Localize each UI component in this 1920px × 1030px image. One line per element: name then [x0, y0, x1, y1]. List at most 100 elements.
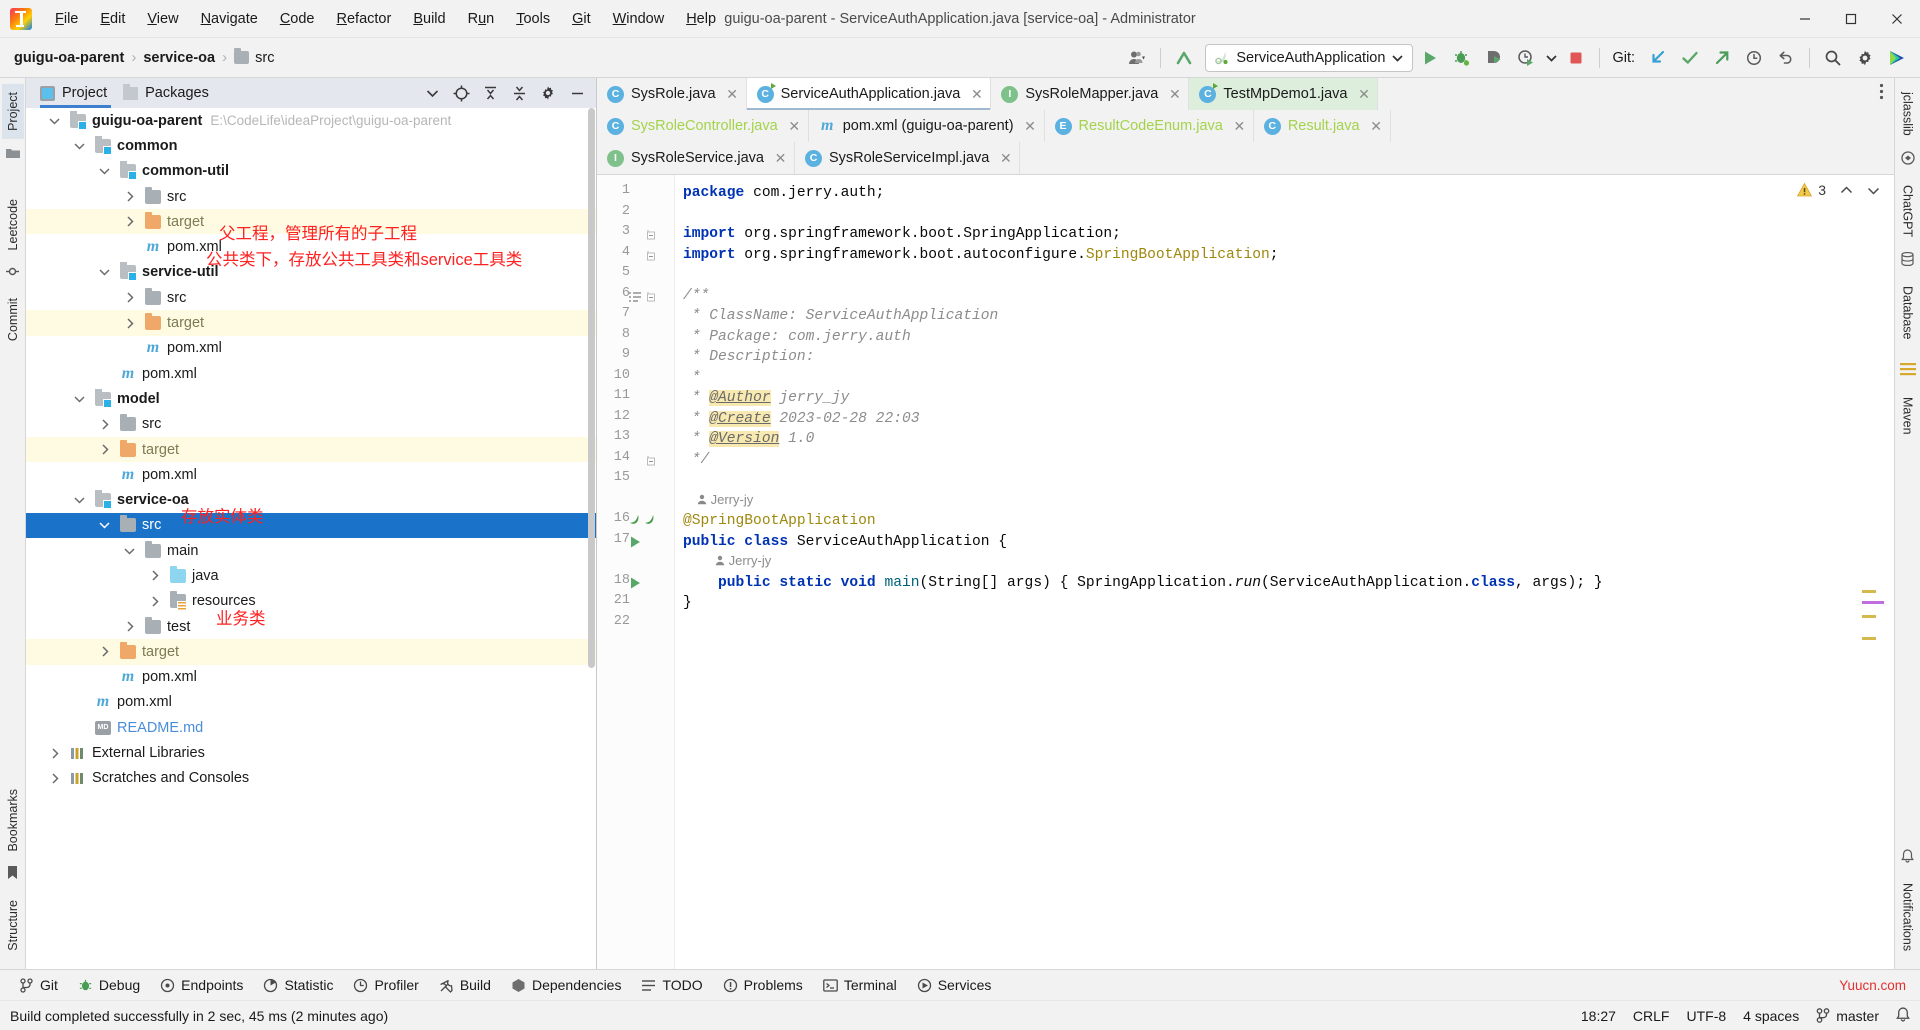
status-notification-icon[interactable]	[1896, 1007, 1910, 1025]
tool-window-terminal[interactable]: Terminal	[814, 974, 906, 996]
editor-tab-testmpdemo1-java[interactable]: CTestMpDemo1.java✕	[1189, 78, 1378, 110]
tree-node-target[interactable]: target	[26, 310, 596, 335]
editor-tab-serviceauthapplication-java[interactable]: CServiceAuthApplication.java✕	[747, 78, 992, 110]
profile-dropdown-icon[interactable]	[1543, 44, 1559, 72]
tree-node-target[interactable]: target	[26, 437, 596, 462]
close-icon[interactable]: ✕	[999, 150, 1012, 167]
tree-node-java[interactable]: java	[26, 563, 596, 588]
panel-settings-gear-icon[interactable]	[535, 81, 561, 105]
tree-node-src[interactable]: src	[26, 412, 596, 437]
editor-tab-sysrolemapper-java[interactable]: ISysRoleMapper.java✕	[991, 78, 1189, 110]
chevron-right-icon[interactable]	[146, 567, 163, 584]
menu-navigate[interactable]: Navigate	[190, 7, 269, 31]
status-branch[interactable]: master	[1816, 1008, 1879, 1024]
editor-tab-sysrole-java[interactable]: CSysRole.java✕	[597, 78, 747, 110]
tree-node-model[interactable]: model	[26, 386, 596, 411]
stop-button[interactable]	[1561, 44, 1591, 72]
menu-edit[interactable]: Edit	[89, 7, 136, 31]
tree-node-pom-xml[interactable]: mpom.xml	[26, 462, 596, 487]
undo-icon[interactable]	[1771, 44, 1801, 72]
tree-node-test[interactable]: test	[26, 614, 596, 639]
tree-node-target[interactable]: target	[26, 639, 596, 664]
chevron-down-icon[interactable]	[96, 517, 113, 534]
packages-tab[interactable]: Packages	[117, 83, 219, 103]
tree-node-pom-xml[interactable]: mpom.xml	[26, 361, 596, 386]
tree-node-pom-xml[interactable]: mpom.xml	[26, 336, 596, 361]
chevron-down-icon[interactable]	[96, 163, 113, 180]
menu-refactor[interactable]: Refactor	[326, 7, 403, 31]
editor-tab-pom-xml--guigu-oa-parent-[interactable]: mpom.xml (guigu-oa-parent)✕	[809, 110, 1045, 142]
strip-tab-database[interactable]: Database	[1897, 278, 1919, 348]
javadoc-gutter-icon[interactable]	[629, 290, 642, 308]
editor-tab-resultcodeenum-java[interactable]: EResultCodeEnum.java✕	[1045, 110, 1254, 142]
breadcrumb-item-guigu-oa-parent[interactable]: guigu-oa-parent	[14, 50, 124, 66]
menu-git[interactable]: Git	[561, 7, 602, 31]
run-with-coverage-button[interactable]	[1479, 44, 1509, 72]
user-avatar-icon[interactable]	[1122, 44, 1152, 72]
chevron-down-icon[interactable]	[46, 112, 63, 129]
chevron-right-icon[interactable]	[146, 593, 163, 610]
run-gutter-icon[interactable]	[629, 535, 642, 554]
breadcrumb-item-service-oa[interactable]: service-oa	[143, 50, 215, 66]
close-icon[interactable]: ✕	[726, 86, 739, 103]
settings-gear-icon[interactable]	[1850, 44, 1880, 72]
run-button[interactable]	[1415, 44, 1445, 72]
debug-button[interactable]	[1447, 44, 1477, 72]
strip-tab-chatgpt[interactable]: ChatGPT	[1897, 177, 1919, 245]
select-opened-file-icon[interactable]	[448, 81, 474, 105]
strip-tab-notifications[interactable]: Notifications	[1897, 875, 1919, 959]
commit-icon[interactable]	[6, 265, 19, 283]
tree-node-pom-xml[interactable]: mpom.xml	[26, 234, 596, 259]
hide-panel-icon[interactable]	[564, 81, 590, 105]
tool-window-statistic[interactable]: Statistic	[254, 974, 342, 996]
tool-window-problems[interactable]: Problems	[714, 974, 812, 996]
strip-tab-maven[interactable]: Maven	[1897, 389, 1919, 443]
close-icon[interactable]: ✕	[1370, 118, 1383, 135]
editor-tab-sysroleservice-java[interactable]: ISysRoleService.java✕	[597, 142, 795, 174]
strip-tab-structure[interactable]: Structure	[2, 892, 24, 959]
strip-tab-jclasslib[interactable]: jclasslib	[1897, 84, 1919, 144]
chevron-right-icon[interactable]	[96, 441, 113, 458]
tool-window-endpoints[interactable]: Endpoints	[151, 974, 252, 996]
code-fold-icon[interactable]	[647, 228, 657, 246]
close-icon[interactable]: ✕	[1168, 86, 1181, 103]
chevron-down-icon[interactable]	[96, 264, 113, 281]
next-problem-icon[interactable]	[1867, 182, 1880, 198]
menu-view[interactable]: View	[136, 7, 189, 31]
editor-code[interactable]: package com.jerry.auth;import org.spring…	[675, 175, 1894, 969]
chatgpt-logo-icon[interactable]	[1901, 151, 1915, 170]
editor-gutter[interactable]: 1234567891011121314151617182122	[597, 175, 675, 969]
chevron-right-icon[interactable]	[121, 315, 138, 332]
chevron-right-icon[interactable]	[96, 643, 113, 660]
editor-scrollbar[interactable]	[1882, 175, 1894, 969]
git-update-icon[interactable]	[1643, 44, 1673, 72]
strip-folder-icon[interactable]	[6, 146, 20, 164]
tool-window-git[interactable]: Git	[10, 974, 67, 996]
chevron-right-icon[interactable]	[121, 618, 138, 635]
chevron-right-icon[interactable]	[46, 770, 63, 787]
code-fold-icon[interactable]	[647, 454, 657, 472]
close-icon[interactable]: ✕	[788, 118, 801, 135]
tool-window-todo[interactable]: TODO	[632, 974, 711, 996]
tree-node-scratches-and-consoles[interactable]: Scratches and Consoles	[26, 766, 596, 791]
chevron-right-icon[interactable]	[96, 416, 113, 433]
strip-tab-commit[interactable]: Commit	[2, 290, 24, 349]
tree-node-service-util[interactable]: service-util	[26, 260, 596, 285]
project-tab[interactable]: Project	[34, 83, 117, 103]
chevron-down-icon[interactable]	[121, 542, 138, 559]
run-configuration-selector[interactable]: ServiceAuthApplication	[1205, 44, 1413, 72]
collapse-all-icon[interactable]	[506, 81, 532, 105]
tool-window-build[interactable]: Build	[430, 974, 500, 996]
tool-window-profiler[interactable]: Profiler	[344, 974, 427, 996]
bookmark-icon[interactable]	[7, 866, 18, 885]
editor-tab-result-java[interactable]: CResult.java✕	[1254, 110, 1391, 142]
close-icon[interactable]: ✕	[1357, 86, 1370, 103]
project-tree[interactable]: guigu-oa-parentE:\CodeLife\ideaProject\g…	[26, 108, 596, 969]
prev-problem-icon[interactable]	[1840, 182, 1853, 198]
menu-run[interactable]: Run	[457, 7, 506, 31]
git-push-icon[interactable]	[1707, 44, 1737, 72]
status-indent[interactable]: 4 spaces	[1743, 1008, 1799, 1024]
status-line-separator[interactable]: CRLF	[1633, 1008, 1670, 1024]
tree-node-resources[interactable]: resources	[26, 589, 596, 614]
strip-tab-leetcode[interactable]: Leetcode	[2, 191, 24, 258]
